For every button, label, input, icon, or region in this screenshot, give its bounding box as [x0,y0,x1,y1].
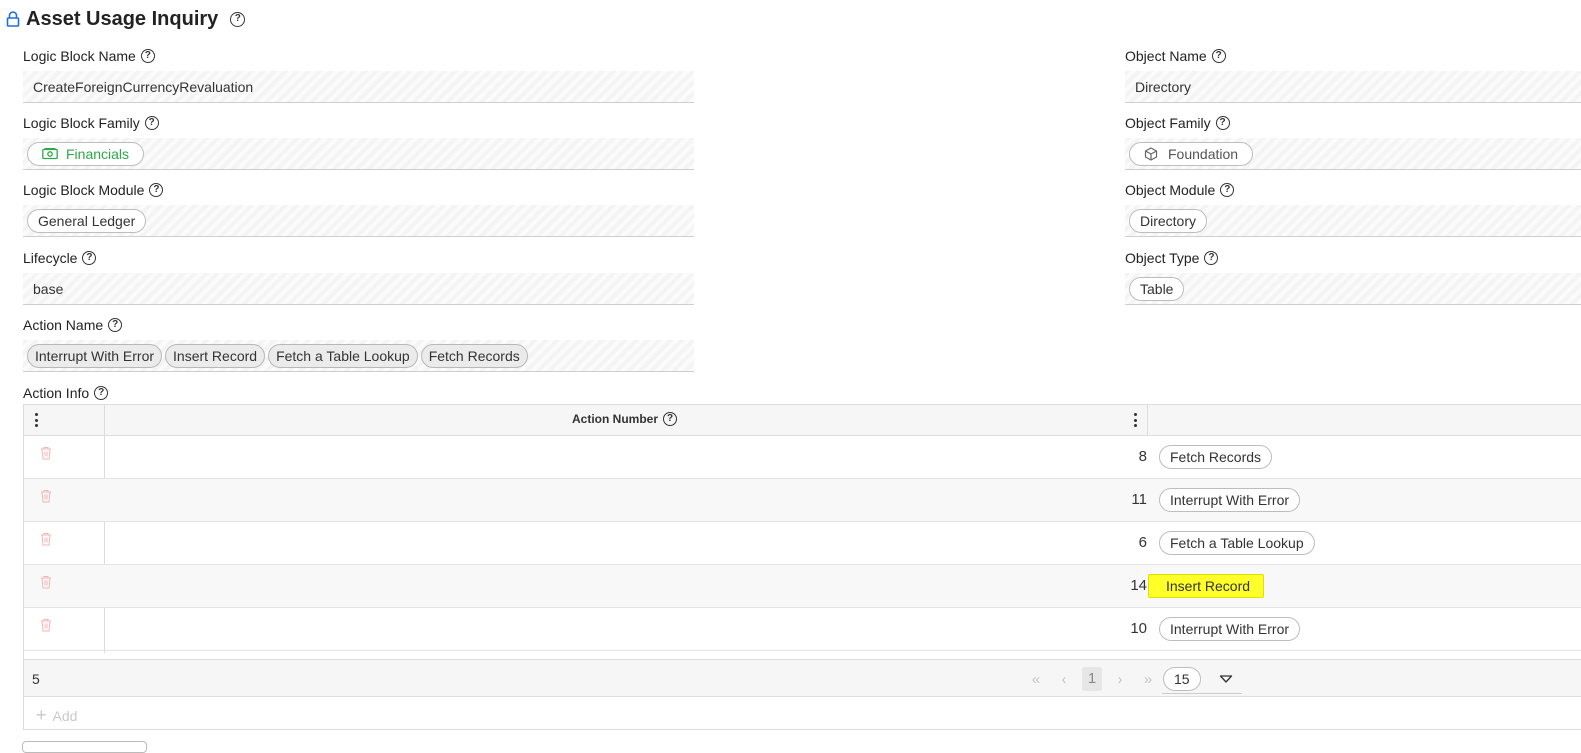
kebab-icon[interactable] [1133,413,1137,427]
page-title: Asset Usage Inquiry [26,7,219,30]
lock-icon [6,11,20,27]
action-chip[interactable]: Fetch Records [1159,445,1273,469]
help-icon[interactable]: ? [1220,183,1235,197]
action-chip-highlighted[interactable]: Insert Record [1148,574,1265,598]
cube-icon [1144,146,1158,161]
help-icon[interactable]: ? [1215,116,1230,130]
dropdown-icon[interactable] [1219,674,1233,684]
trash-icon[interactable] [40,489,52,503]
table-row: 6 Fetch a Table Lookup [24,522,1581,565]
field-label: Object Family [1125,115,1211,131]
trash-icon[interactable] [40,446,52,460]
object-family-chip-label: Foundation [1168,145,1239,162]
help-icon[interactable]: ? [144,116,159,130]
action-number: 6 [1138,534,1147,551]
table-row: 11 Interrupt With Error [24,479,1581,522]
last-page-icon[interactable]: » [1138,671,1158,688]
action-chip[interactable]: Fetch a Table Lookup [1159,531,1315,555]
column-header-action-number[interactable]: Action Number? [572,412,678,426]
bottom-button[interactable] [22,741,147,753]
field-label: Object Module [1125,182,1216,198]
help-icon[interactable]: ? [82,251,97,265]
field-label: Logic Block Name [23,48,136,64]
action-number: 10 [1130,620,1147,637]
record-count: 5 [32,671,40,687]
object-family-field: Object Family? Foundation [1125,114,1581,170]
table-row: 10 Interrupt With Error [24,608,1581,651]
action-info-label: Action Info? [23,384,109,402]
action-chip[interactable]: Interrupt With Error [1159,617,1301,641]
table-row: 14 Insert Record [24,565,1581,608]
object-name-value: Directory [1125,71,1581,103]
action-number: 11 [1131,491,1147,508]
grid-footer: 5 « ‹ 1 › » 15 [24,659,1581,697]
help-icon[interactable]: ? [94,386,109,400]
lifecycle-field: Lifecycle? base [23,249,694,305]
logic-block-name-field: Logic Block Name? CreateForeignCurrencyR… [23,47,694,103]
action-name-field: Action Name? Interrupt With Error Insert… [23,316,694,372]
object-type-field: Object Type? Table [1125,249,1581,305]
object-family-chip[interactable]: Foundation [1129,141,1254,166]
family-chip[interactable]: Financials [27,141,145,166]
help-icon[interactable]: ? [1211,49,1226,63]
action-chip[interactable]: Insert Record [165,343,266,368]
action-chip[interactable]: Fetch Records [420,343,528,368]
field-label: Action Name [23,317,104,333]
current-page[interactable]: 1 [1082,667,1102,691]
column-header-label: Action Number [572,412,659,426]
field-label: Logic Block Module [23,182,145,198]
module-chip[interactable]: General Ledger [27,208,147,233]
next-page-icon[interactable]: › [1110,671,1130,688]
field-label: Lifecycle [23,250,78,266]
prev-page-icon[interactable]: ‹ [1054,671,1074,688]
first-page-icon[interactable]: « [1026,671,1046,688]
logic-block-module-field: Logic Block Module? General Ledger [23,181,694,237]
help-icon[interactable]: ? [149,183,164,197]
help-icon[interactable]: ? [230,11,246,27]
help-icon[interactable]: ? [663,412,678,426]
table-row: 8 Fetch Records [24,436,1581,479]
add-button-label: Add [52,707,78,724]
help-icon[interactable]: ? [1204,251,1219,265]
page-header: Asset Usage Inquiry ? [6,6,246,32]
action-number: 14 [1130,577,1147,594]
action-chip[interactable]: Fetch a Table Lookup [268,343,418,368]
field-label: Logic Block Family [23,115,140,131]
logic-block-name-value: CreateForeignCurrencyRevaluation [23,71,694,103]
add-button[interactable]: + Add [36,705,77,726]
action-info-grid: Action Number? 8 Fetch Records 11 Interr… [23,404,1581,730]
object-type-chip[interactable]: Table [1129,276,1185,301]
help-icon[interactable]: ? [140,49,155,63]
field-label: Object Type [1125,250,1200,266]
money-icon [42,147,58,159]
column-divider [1147,405,1148,436]
plus-icon: + [36,705,47,725]
grid-header: Action Number? [24,405,1581,436]
logic-block-family-field: Logic Block Family? Financials [23,114,694,170]
action-chip[interactable]: Interrupt With Error [1159,488,1301,512]
object-module-field: Object Module? Directory [1125,181,1581,237]
section-label: Action Info [23,385,90,401]
object-module-chip[interactable]: Directory [1129,208,1208,233]
trash-icon[interactable] [40,532,52,546]
lifecycle-value: base [23,273,694,305]
kebab-icon[interactable] [34,413,38,427]
help-icon[interactable]: ? [108,318,123,332]
trash-icon[interactable] [40,618,52,632]
action-number: 8 [1138,448,1147,465]
family-chip-label: Financials [66,145,130,162]
field-label: Object Name [1125,48,1207,64]
page-size-value: 15 [1163,667,1201,691]
trash-icon[interactable] [40,575,52,589]
object-name-field: Object Name? Directory [1125,47,1581,103]
page-size-select[interactable]: 15 [1162,666,1242,694]
pagination: « ‹ 1 › » [1026,667,1158,691]
action-chip[interactable]: Interrupt With Error [27,343,163,368]
